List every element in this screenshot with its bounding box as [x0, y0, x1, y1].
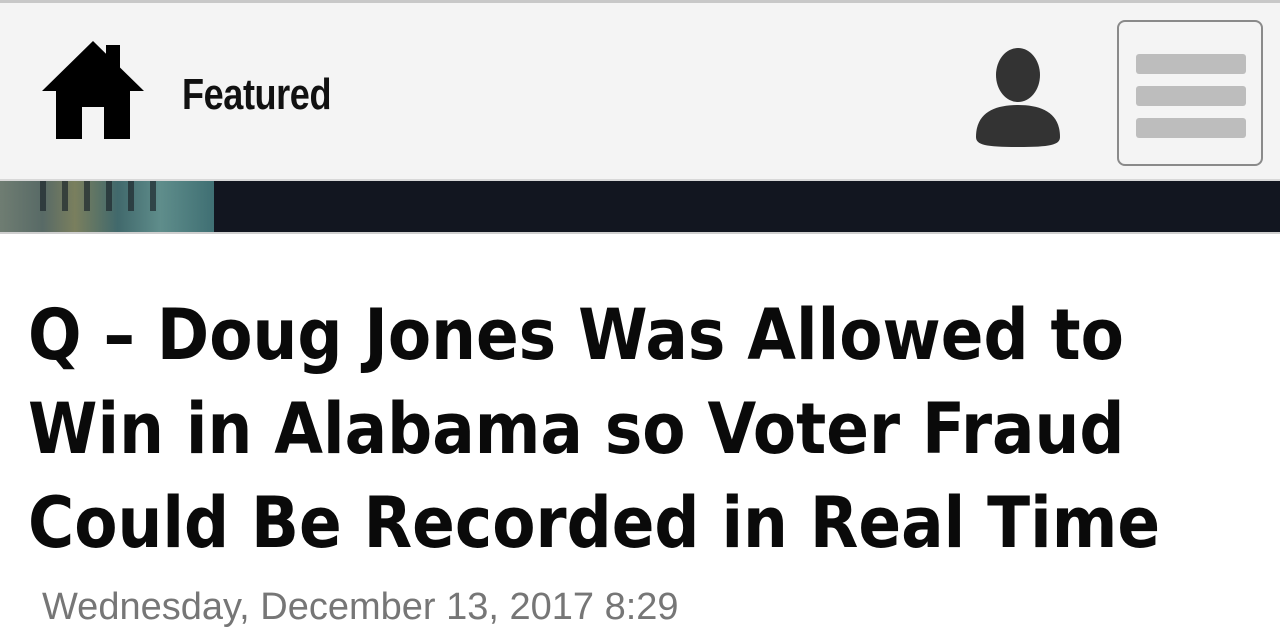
headline-line: Win in Alabama so Voter Fraud: [28, 388, 1125, 470]
user-account-button[interactable]: [970, 45, 1066, 149]
section-title: Featured: [182, 70, 332, 119]
menu-bar-middle: [1136, 86, 1246, 106]
menu-bar-bottom: [1136, 118, 1246, 138]
home-button[interactable]: [40, 39, 146, 143]
app-header: Featured: [0, 3, 1280, 181]
user-icon: [976, 48, 1060, 147]
featured-banner[interactable]: [0, 181, 1280, 234]
article-date: Wednesday, December 13, 2017 8:29: [42, 586, 679, 628]
banner-thumbnail-image[interactable]: [0, 181, 214, 234]
headline-line: Could Be Recorded in Real Time: [28, 482, 1161, 564]
headline-line: Q – Doug Jones Was Allowed to: [28, 294, 1124, 376]
home-icon: [42, 41, 144, 139]
banner-divider: [0, 232, 1280, 234]
menu-button[interactable]: [1117, 20, 1263, 166]
menu-bar-top: [1136, 54, 1246, 74]
article-headline[interactable]: Q – Doug Jones Was Allowed to Win in Ala…: [28, 288, 1161, 570]
